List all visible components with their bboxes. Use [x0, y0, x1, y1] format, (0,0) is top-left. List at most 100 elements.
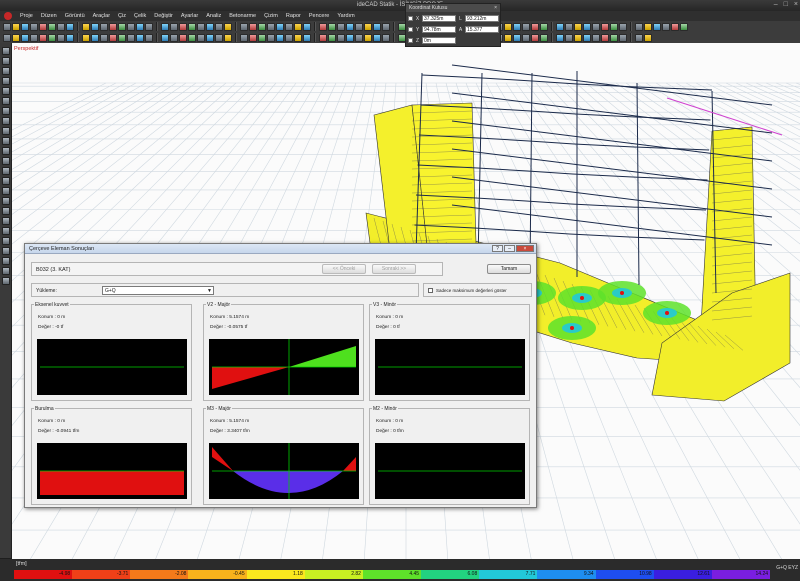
minimize-icon[interactable]: –	[774, 1, 778, 8]
lock-x-checkbox[interactable]	[408, 16, 413, 21]
main-tool-icon[interactable]	[540, 22, 548, 31]
draw-tool-icon[interactable]	[48, 33, 56, 42]
draw-tool-icon[interactable]	[522, 33, 530, 42]
next-button[interactable]: Sonraki >>	[372, 264, 416, 274]
draw-tool-icon[interactable]	[100, 33, 108, 42]
main-tool-icon[interactable]	[373, 22, 381, 31]
side-tool-icon[interactable]	[2, 87, 10, 95]
main-tool-icon[interactable]	[127, 22, 135, 31]
x-field[interactable]: 37.325m	[422, 15, 456, 22]
main-tool-icon[interactable]	[39, 22, 47, 31]
maximize-icon[interactable]: □	[784, 1, 788, 8]
side-tool-icon[interactable]	[2, 247, 10, 255]
draw-tool-icon[interactable]	[556, 33, 564, 42]
draw-tool-icon[interactable]	[619, 33, 627, 42]
main-tool-icon[interactable]	[303, 22, 311, 31]
main-tool-icon[interactable]	[48, 22, 56, 31]
side-tool-icon[interactable]	[2, 157, 10, 165]
draw-tool-icon[interactable]	[30, 33, 38, 42]
main-tool-icon[interactable]	[30, 22, 38, 31]
main-tool-icon[interactable]	[653, 22, 661, 31]
menu-item-11[interactable]: Rapor	[282, 13, 305, 19]
draw-tool-icon[interactable]	[136, 33, 144, 42]
draw-tool-icon[interactable]	[319, 33, 327, 42]
menu-item-9[interactable]: Betonarme	[225, 13, 260, 19]
main-tool-icon[interactable]	[601, 22, 609, 31]
draw-tool-icon[interactable]	[328, 33, 336, 42]
main-tool-icon[interactable]	[57, 22, 65, 31]
main-tool-icon[interactable]	[531, 22, 539, 31]
ok-button[interactable]: Tamam	[487, 264, 531, 274]
draw-tool-icon[interactable]	[12, 33, 20, 42]
lock-z-checkbox[interactable]	[408, 38, 413, 43]
app-logo-icon[interactable]	[4, 12, 12, 20]
main-tool-icon[interactable]	[574, 22, 582, 31]
draw-tool-icon[interactable]	[161, 33, 169, 42]
draw-tool-icon[interactable]	[267, 33, 275, 42]
side-tool-icon[interactable]	[2, 257, 10, 265]
menu-item-3[interactable]: Araçlar	[89, 13, 114, 19]
draw-tool-icon[interactable]	[644, 33, 652, 42]
draw-tool-icon[interactable]	[504, 33, 512, 42]
y-field[interactable]: 94.78m	[422, 26, 456, 33]
draw-tool-icon[interactable]	[355, 33, 363, 42]
draw-tool-icon[interactable]	[109, 33, 117, 42]
main-tool-icon[interactable]	[644, 22, 652, 31]
draw-tool-icon[interactable]	[57, 33, 65, 42]
main-tool-icon[interactable]	[680, 22, 688, 31]
menu-item-0[interactable]: Proje	[16, 13, 37, 19]
draw-tool-icon[interactable]	[66, 33, 74, 42]
main-tool-icon[interactable]	[267, 22, 275, 31]
main-tool-icon[interactable]	[285, 22, 293, 31]
main-tool-icon[interactable]	[364, 22, 372, 31]
main-tool-icon[interactable]	[3, 22, 11, 31]
draw-tool-icon[interactable]	[258, 33, 266, 42]
main-tool-icon[interactable]	[556, 22, 564, 31]
draw-tool-icon[interactable]	[127, 33, 135, 42]
draw-tool-icon[interactable]	[3, 33, 11, 42]
close-icon[interactable]: ×	[494, 5, 497, 11]
draw-tool-icon[interactable]	[21, 33, 29, 42]
draw-tool-icon[interactable]	[303, 33, 311, 42]
side-tool-icon[interactable]	[2, 217, 10, 225]
side-tool-icon[interactable]	[2, 207, 10, 215]
lock-y-checkbox[interactable]	[408, 27, 413, 32]
main-tool-icon[interactable]	[319, 22, 327, 31]
draw-tool-icon[interactable]	[610, 33, 618, 42]
side-tool-icon[interactable]	[2, 127, 10, 135]
draw-tool-icon[interactable]	[179, 33, 187, 42]
draw-tool-icon[interactable]	[294, 33, 302, 42]
main-tool-icon[interactable]	[522, 22, 530, 31]
draw-tool-icon[interactable]	[206, 33, 214, 42]
draw-tool-icon[interactable]	[224, 33, 232, 42]
close-icon[interactable]: ×	[794, 1, 798, 8]
help-icon[interactable]: ?	[492, 245, 503, 252]
draw-tool-icon[interactable]	[337, 33, 345, 42]
draw-tool-icon[interactable]	[276, 33, 284, 42]
main-tool-icon[interactable]	[161, 22, 169, 31]
draw-tool-icon[interactable]	[170, 33, 178, 42]
main-tool-icon[interactable]	[100, 22, 108, 31]
draw-tool-icon[interactable]	[91, 33, 99, 42]
main-tool-icon[interactable]	[215, 22, 223, 31]
main-tool-icon[interactable]	[145, 22, 153, 31]
menu-item-1[interactable]: Düzen	[37, 13, 61, 19]
main-tool-icon[interactable]	[565, 22, 573, 31]
close-icon[interactable]: ×	[516, 245, 534, 252]
main-tool-icon[interactable]	[224, 22, 232, 31]
main-tool-icon[interactable]	[671, 22, 679, 31]
main-tool-icon[interactable]	[635, 22, 643, 31]
main-tool-icon[interactable]	[240, 22, 248, 31]
main-tool-icon[interactable]	[258, 22, 266, 31]
side-tool-icon[interactable]	[2, 47, 10, 55]
draw-tool-icon[interactable]	[635, 33, 643, 42]
side-tool-icon[interactable]	[2, 167, 10, 175]
main-tool-icon[interactable]	[355, 22, 363, 31]
side-tool-icon[interactable]	[2, 77, 10, 85]
draw-tool-icon[interactable]	[197, 33, 205, 42]
side-tool-icon[interactable]	[2, 147, 10, 155]
a-field[interactable]: 15.377	[465, 26, 499, 33]
main-tool-icon[interactable]	[610, 22, 618, 31]
draw-tool-icon[interactable]	[364, 33, 372, 42]
menu-item-4[interactable]: Çiz	[114, 13, 130, 19]
